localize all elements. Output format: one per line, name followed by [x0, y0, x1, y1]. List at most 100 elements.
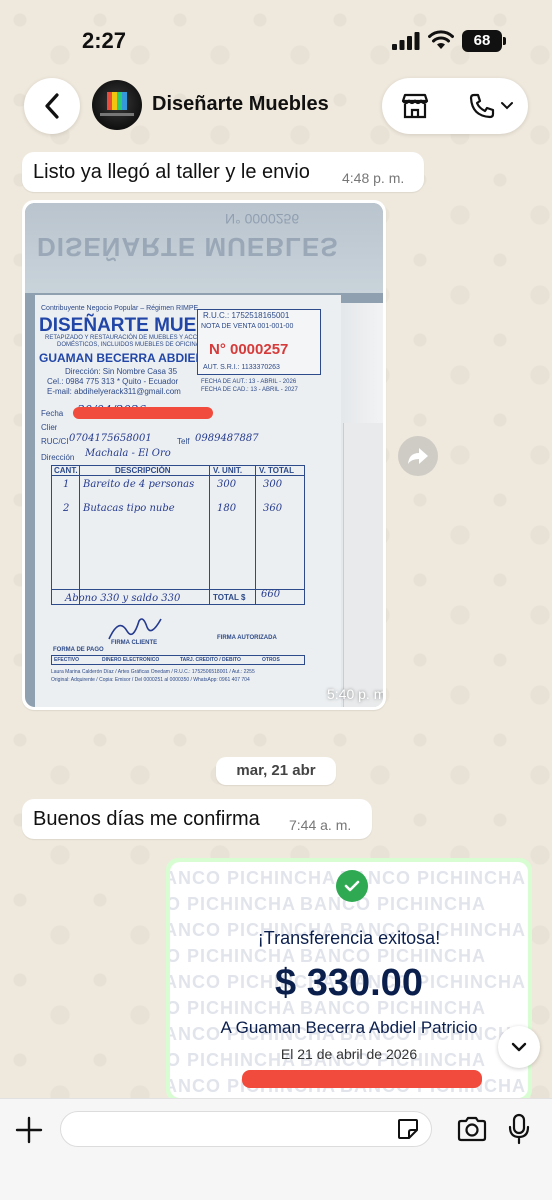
receipt-phone: Cel.: 0984 775 313 * Quito - Ecuador	[47, 377, 179, 386]
camera-icon[interactable]	[456, 1115, 488, 1143]
receipt-telf-label: Telf	[177, 437, 190, 446]
plus-icon[interactable]	[14, 1115, 44, 1145]
row-desc: Butacas tipo nube	[83, 503, 175, 514]
receipt-address: Dirección: Sin Nombre Casa 35	[65, 367, 178, 376]
message-time: 4:48 p. m.	[342, 170, 405, 186]
phone-icon[interactable]	[468, 92, 496, 120]
receipt-mirror-number: N° 0000256	[225, 211, 300, 227]
firma-autorizada-label: FIRMA AUTORIZADA	[217, 635, 277, 641]
column-cant: CANT.	[54, 466, 78, 475]
receipt-note: Abono 330 y saldo 330	[65, 593, 181, 604]
date-separator: mar, 21 abr	[216, 757, 336, 785]
column-vtotal: V. TOTAL	[259, 466, 294, 475]
signal-icon	[392, 32, 420, 50]
message-text: Listo ya llegó al taller y le envio	[33, 161, 310, 183]
message-text: Buenos días me confirma	[33, 808, 260, 830]
column-descripcion: DESCRIPCIÓN	[115, 466, 171, 475]
receipt-copies: Original: Adquirente / Copia: Emisor / D…	[51, 677, 250, 683]
chevron-down-icon	[511, 1042, 527, 1052]
status-bar: 2:27 68	[0, 0, 552, 70]
pay-electronico: DINERO ELECTRONICO	[102, 657, 160, 663]
table-divider	[79, 465, 80, 605]
chevron-down-icon[interactable]	[500, 100, 514, 112]
bank-watermark: BANCO PICHINCHA	[170, 868, 336, 888]
back-button[interactable]	[24, 78, 80, 134]
receipt-aut: AUT. S.R.I.: 1133370263	[203, 364, 280, 371]
bank-watermark: BANCO PICHINCHA	[300, 894, 486, 914]
composer-bar	[0, 1098, 552, 1200]
incoming-message[interactable]: Buenos días me confirma 7:44 a. m.	[22, 799, 372, 839]
payment-boxes: EFECTIVO DINERO ELECTRONICO TARJ. CREDIT…	[51, 655, 305, 665]
receipt-doc-type: NOTA DE VENTA 001-001-00	[201, 323, 294, 330]
receipt-ruc-ci-label: RUC/CI	[41, 437, 69, 446]
incoming-message[interactable]: Listo ya llegó al taller y le envio 4:48…	[22, 152, 424, 192]
sticker-icon[interactable]	[396, 1117, 420, 1141]
table-divider	[209, 465, 210, 605]
firma-cliente-label: FIRMA CLIENTE	[111, 640, 158, 646]
receipt-photo[interactable]: DISEÑARTE MUEBLES N° 0000256 Contribuyen…	[25, 203, 383, 707]
battery-tip	[503, 37, 506, 45]
avatar-logo-text	[100, 113, 134, 116]
receipt-fecha-label: Fecha	[41, 409, 64, 418]
transfer-amount: $ 330.00	[275, 962, 423, 1004]
receipt-total-label: TOTAL $	[213, 593, 246, 602]
pay-efectivo: EFECTIVO	[54, 657, 80, 663]
row-vtotal: 300	[263, 479, 283, 490]
message-input[interactable]	[60, 1111, 432, 1147]
transfer-receipt-image[interactable]: BANCO PICHINCHA BANCO PICHINCHA BANCO PI…	[170, 862, 528, 1098]
receipt-direccion-value: Machala - El Oro	[85, 448, 171, 459]
store-icon[interactable]	[400, 92, 430, 120]
row-desc: Bareito de 4 personas	[83, 479, 195, 490]
pay-tarjeta: TARJ. CREDITO / DEBITO	[180, 657, 241, 663]
forward-button[interactable]	[398, 436, 438, 476]
receipt-services: DOMÉSTICOS, INCLUIDOS MUEBLES DE OFICINA	[57, 342, 200, 348]
receipt-email: E-mail: abdihelyerack311@gmail.com	[47, 387, 181, 396]
header-actions	[382, 78, 528, 134]
receipt-total-value: 660	[261, 589, 281, 600]
receipt-ruc: R.U.C.: 1752518165001	[203, 311, 290, 320]
receipt-cliente-label: Cliente	[41, 423, 57, 432]
transfer-recipient: A Guaman Becerra Abdiel Patricio	[220, 1018, 478, 1037]
row-vunit: 180	[217, 503, 237, 514]
microphone-icon[interactable]	[508, 1113, 530, 1145]
signature-scribble	[108, 618, 162, 640]
scroll-to-bottom-button[interactable]	[498, 1026, 540, 1068]
receipt-mirror-title: DISEÑARTE MUEBLES	[37, 232, 339, 262]
redaction-mark	[73, 407, 213, 419]
wifi-icon	[428, 30, 454, 49]
avatar-logo	[107, 92, 127, 110]
forward-icon	[408, 448, 428, 464]
receipt-fecha-aut: FECHA DE AUT.: 13 - ABRIL - 2026	[201, 379, 297, 385]
transfer-date: El 21 de abril de 2026	[280, 1046, 418, 1062]
pay-otros: OTROS	[262, 657, 280, 663]
receipt-number: N° 0000257	[209, 341, 289, 358]
receipt-regime: Contribuyente Negocio Popular – Régimen …	[41, 305, 199, 312]
image-message[interactable]: DISEÑARTE MUEBLES N° 0000256 Contribuyen…	[22, 200, 386, 710]
receipt-direccion-label: Dirección	[41, 453, 75, 462]
redaction-mark	[242, 1070, 482, 1088]
row-cant: 2	[63, 503, 70, 514]
status-time: 2:27	[82, 28, 127, 53]
outgoing-image-message[interactable]: BANCO PICHINCHA BANCO PICHINCHA BANCO PI…	[166, 858, 532, 1102]
paper-edge	[343, 423, 383, 707]
battery-indicator: 68	[462, 30, 502, 52]
receipt-fecha-cad: FECHA DE CAD.: 13 - ABRIL - 2027	[201, 387, 298, 393]
message-time: 7:44 a. m.	[289, 817, 352, 833]
receipt-telf-value: 0989487887	[195, 433, 259, 444]
bank-watermark: BANCO PICHINCHA	[170, 894, 296, 914]
chevron-left-icon	[45, 93, 59, 119]
column-vunit: V. UNIT.	[213, 466, 243, 475]
image-time: 5:40 p. m.	[327, 686, 383, 702]
forma-pago-label: FORMA DE PAGO	[53, 647, 104, 653]
receipt-printer: Laura Marina Calderón Díaz / Artes Gráfi…	[51, 669, 255, 675]
transfer-title: ¡Transferencia exitosa!	[257, 928, 441, 948]
row-vtotal: 360	[263, 503, 283, 514]
success-check-icon	[336, 870, 368, 902]
table-divider	[255, 465, 256, 605]
contact-name[interactable]: Diseñarte Muebles	[152, 93, 329, 116]
contact-avatar[interactable]	[92, 80, 142, 130]
row-vunit: 300	[217, 479, 237, 490]
table-divider	[51, 475, 305, 476]
receipt-ruc-ci-value: 0704175658001	[69, 433, 152, 444]
row-cant: 1	[63, 479, 70, 490]
